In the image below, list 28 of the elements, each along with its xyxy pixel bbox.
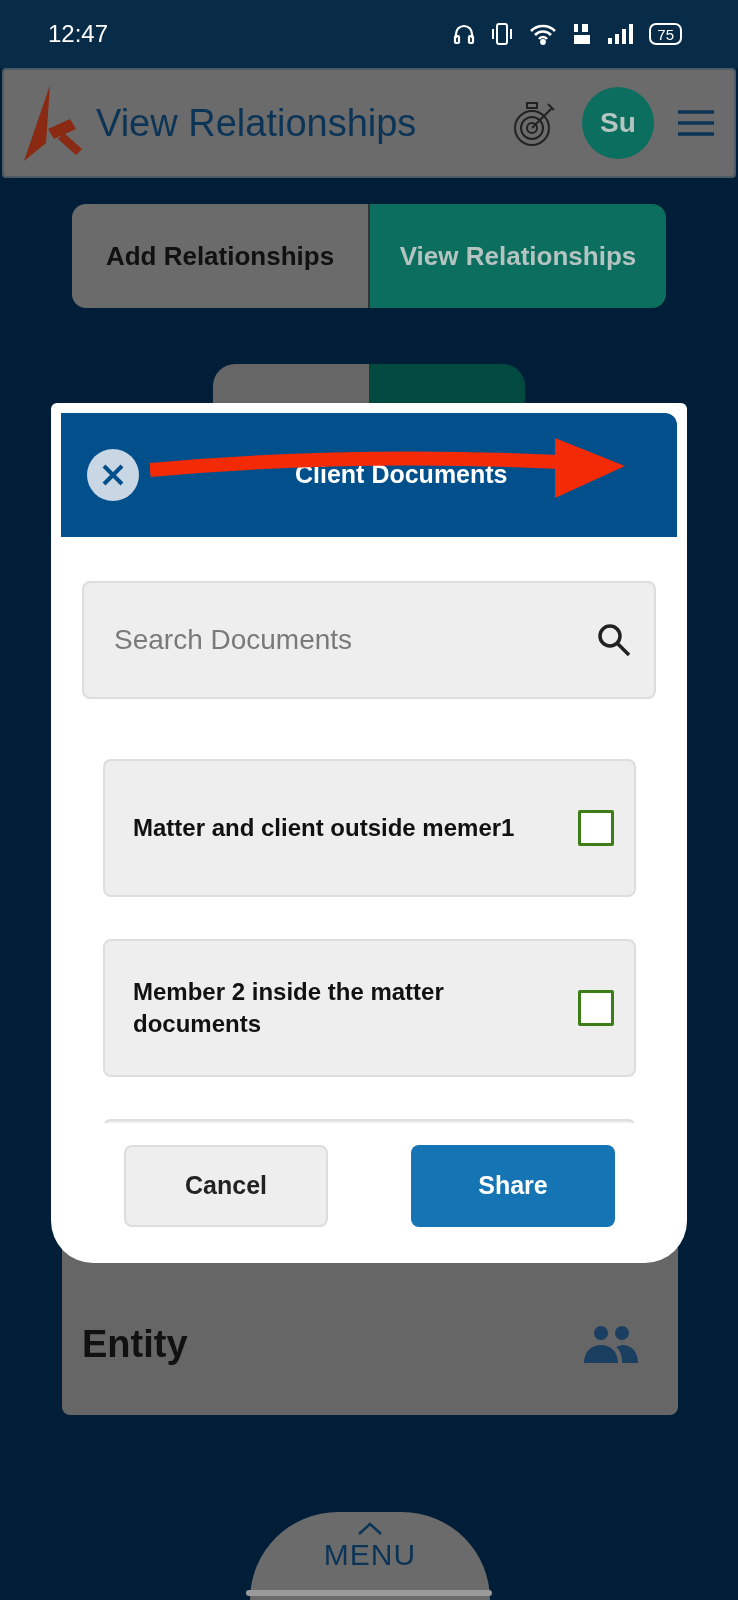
segment-tab[interactable]: Add Relationships	[72, 204, 370, 308]
search-field[interactable]: Search Documents	[82, 581, 656, 699]
signal-icon	[607, 23, 634, 45]
user-avatar[interactable]: Su	[582, 87, 654, 159]
search-icon	[596, 622, 632, 658]
card-title: Entity	[82, 1322, 188, 1367]
caret-up-icon	[357, 1522, 383, 1536]
wifi-icon	[529, 23, 558, 45]
document-item[interactable]: Member 2 inside the matter documents	[103, 939, 636, 1077]
vibrate-icon	[491, 22, 514, 46]
menu-button[interactable]: MENU	[250, 1512, 490, 1600]
checkbox[interactable]	[578, 810, 614, 846]
checkbox[interactable]	[578, 990, 614, 1026]
page-title: View Relationships	[96, 100, 417, 146]
close-icon	[101, 463, 125, 487]
status-time: 12:47	[48, 19, 109, 49]
battery-icon: 75	[649, 23, 682, 45]
document-name: Matter and client outside memer1	[133, 812, 515, 843]
headphones-icon	[453, 23, 476, 45]
share-button[interactable]: Share	[411, 1145, 615, 1227]
people-icon	[582, 1324, 640, 1365]
volte-icon	[573, 22, 592, 46]
document-item[interactable]: Matter and client outside memer1	[103, 759, 636, 897]
menu-icon[interactable]	[678, 110, 714, 136]
segment-tab[interactable]: View Relationships	[370, 204, 666, 308]
cancel-button[interactable]: Cancel	[124, 1145, 328, 1227]
close-button[interactable]	[87, 449, 139, 501]
document-name: Member 2 inside the matter documents	[133, 976, 445, 1039]
